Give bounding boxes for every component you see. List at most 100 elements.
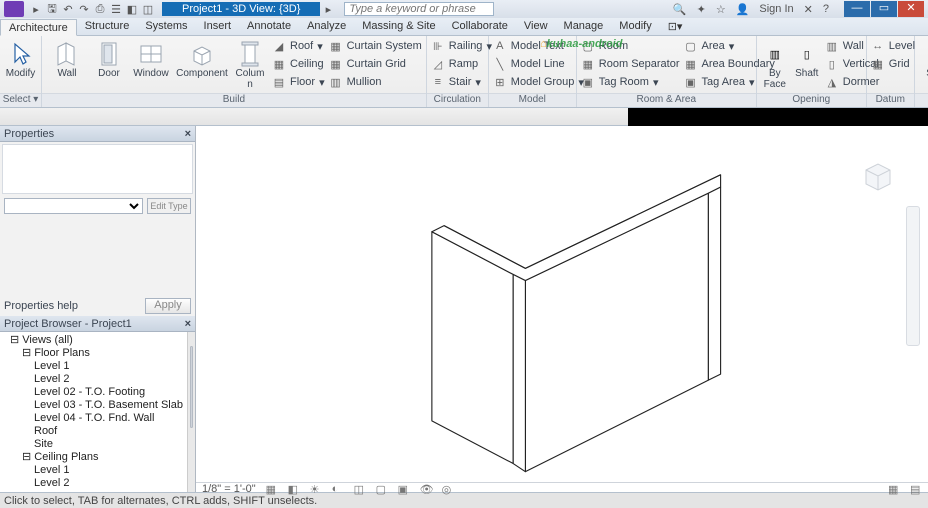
favorites-icon[interactable]: ☆ — [714, 3, 728, 16]
search-icon[interactable]: 🔍 — [671, 3, 689, 16]
tab-insert[interactable]: Insert — [196, 18, 240, 35]
tab-collaborate[interactable]: Collaborate — [444, 18, 516, 35]
3d-view-canvas[interactable] — [196, 126, 928, 482]
model-line-button[interactable]: ╲Model Line — [493, 56, 584, 72]
crop-icon[interactable]: ▢ — [376, 483, 388, 495]
properties-type-preview[interactable] — [2, 144, 193, 194]
tree-item[interactable]: Site — [0, 438, 187, 451]
roof-button[interactable]: ◢Roof ▾ — [272, 38, 325, 54]
search-input[interactable] — [344, 2, 494, 16]
tab-architecture[interactable]: Architecture — [0, 19, 77, 36]
tree-item[interactable]: Roof — [0, 425, 187, 438]
column-button[interactable]: Colum n — [232, 38, 268, 90]
curtain-grid-button[interactable]: ▦Curtain Grid — [329, 56, 422, 72]
grid-button[interactable]: ▦Grid — [871, 56, 915, 72]
tab-annotate[interactable]: Annotate — [239, 18, 299, 35]
edit-type-button[interactable]: Edit Type — [147, 198, 191, 214]
print-icon[interactable]: ⎙ — [92, 3, 108, 16]
room-button[interactable]: ▢Room — [581, 38, 680, 54]
component-button[interactable]: Component — [176, 38, 228, 79]
navigation-bar[interactable] — [906, 206, 920, 346]
model-text-button[interactable]: AModel Text — [493, 38, 584, 54]
ramp-button[interactable]: ◿Ramp — [431, 56, 492, 72]
properties-close[interactable]: × — [185, 128, 191, 140]
visual-style-icon[interactable]: ◧ — [288, 483, 300, 495]
design-options-icon[interactable]: ▤ — [910, 483, 922, 495]
room-separator-button[interactable]: ▦Room Separator — [581, 56, 680, 72]
hide-isolate-icon[interactable]: 👁 — [420, 483, 432, 495]
worksets-icon[interactable]: ▦ — [888, 483, 900, 495]
tab-structure[interactable]: Structure — [77, 18, 138, 35]
by-face-button[interactable]: ▥ By Face — [761, 38, 789, 90]
tree-item[interactable]: Level 2 — [0, 477, 187, 490]
properties-type-selector[interactable] — [4, 198, 143, 214]
rendering-icon[interactable]: ◫ — [354, 483, 366, 495]
panel-select[interactable]: Select ▾ — [0, 93, 41, 107]
window-button[interactable]: Window — [130, 38, 172, 79]
tree-item[interactable]: Level 04 - T.O. Fnd. Wall — [0, 412, 187, 425]
tab-manage[interactable]: Manage — [556, 18, 612, 35]
window-restore[interactable]: ▭ — [871, 1, 897, 17]
help-icon[interactable]: ? — [821, 3, 831, 15]
project-browser-header[interactable]: Project Browser - Project1 × — [0, 316, 195, 332]
panel-build: Build — [42, 93, 426, 107]
project-browser-close[interactable]: × — [185, 318, 191, 330]
tab-analyze[interactable]: Analyze — [299, 18, 354, 35]
level-button[interactable]: ↔Level — [871, 38, 915, 54]
signin-button[interactable]: Sign In — [757, 3, 795, 15]
tree-item[interactable]: Level 02 - T.O. Footing — [0, 386, 187, 399]
shaft-button[interactable]: ▯ Shaft — [793, 38, 821, 79]
modify-button[interactable]: Modify — [4, 38, 37, 79]
tab-massing[interactable]: Massing & Site — [354, 18, 443, 35]
workplane-icon: ▦ — [920, 40, 928, 68]
tree-item[interactable]: ⊟ Floor Plans — [0, 347, 187, 360]
tree-item[interactable]: ⊟ Ceiling Plans — [0, 451, 187, 464]
properties-apply-button[interactable]: Apply — [145, 298, 191, 314]
set-workplane-button[interactable]: ▦ Set — [919, 38, 928, 79]
redo-icon[interactable]: ↷ — [76, 3, 92, 16]
tab-view[interactable]: View — [516, 18, 556, 35]
tab-modify[interactable]: Modify — [611, 18, 659, 35]
window-close[interactable]: ✕ — [898, 1, 924, 17]
sun-path-icon[interactable]: ☀ — [310, 483, 322, 495]
detail-level-icon[interactable]: ▦ — [266, 483, 278, 495]
shadows-icon[interactable]: ◐ — [332, 483, 344, 495]
open-icon[interactable]: ▸ — [28, 3, 44, 16]
reveal-hidden-icon[interactable]: ◎ — [442, 483, 454, 495]
tree-item[interactable]: ⊟ Views (all) — [0, 334, 187, 347]
viewcube[interactable] — [858, 156, 898, 196]
measure-icon[interactable]: ◧ — [124, 3, 140, 16]
tag-room-button[interactable]: ▣Tag Room ▾ — [581, 74, 680, 90]
crop-visible-icon[interactable]: ▣ — [398, 483, 410, 495]
tree-item[interactable]: Level 03 - T.O. Basement Slab — [0, 399, 187, 412]
project-browser-tree[interactable]: ⊟ Views (all)⊟ Floor PlansLevel 1Level 2… — [0, 332, 187, 492]
window-minimize[interactable]: — — [844, 1, 870, 17]
tree-item[interactable]: Level 2 — [0, 373, 187, 386]
floor-button[interactable]: ▤Floor ▾ — [272, 74, 325, 90]
tree-item[interactable]: Level 1 — [0, 360, 187, 373]
railing-button[interactable]: ⊪Railing ▾ — [431, 38, 492, 54]
tab-systems[interactable]: Systems — [137, 18, 195, 35]
save-icon[interactable]: 🖫 — [44, 0, 60, 19]
exchange-icon[interactable]: ✕ — [802, 3, 815, 16]
subscription-icon[interactable]: ✦ — [695, 3, 708, 16]
tab-addins[interactable]: ⊡▾ — [660, 18, 691, 35]
project-browser-scrollbar[interactable] — [187, 332, 195, 492]
infocenter-arrow-icon[interactable]: ▸ — [320, 3, 336, 16]
ceiling-button[interactable]: ▦Ceiling — [272, 56, 325, 72]
section-icon[interactable]: ◫ — [140, 3, 156, 16]
model-group-button[interactable]: ⊞Model Group ▾ — [493, 74, 584, 90]
properties-header[interactable]: Properties × — [0, 126, 195, 142]
wall-button[interactable]: Wall — [46, 38, 88, 79]
curtain-system-button[interactable]: ▦Curtain System — [329, 38, 422, 54]
app-logo[interactable] — [4, 1, 24, 17]
view-scale[interactable]: 1/8" = 1'-0" — [202, 483, 256, 495]
tree-item[interactable]: Level 1 — [0, 464, 187, 477]
properties-help-link[interactable]: Properties help — [4, 300, 78, 312]
signin-icon[interactable]: 👤 — [734, 3, 752, 16]
undo-icon[interactable]: ↶ — [60, 3, 76, 16]
sync-icon[interactable]: ☰ — [108, 3, 124, 16]
mullion-button[interactable]: ▥Mullion — [329, 74, 422, 90]
stair-button[interactable]: ≡Stair ▾ — [431, 74, 492, 90]
door-button[interactable]: Door — [92, 38, 126, 79]
